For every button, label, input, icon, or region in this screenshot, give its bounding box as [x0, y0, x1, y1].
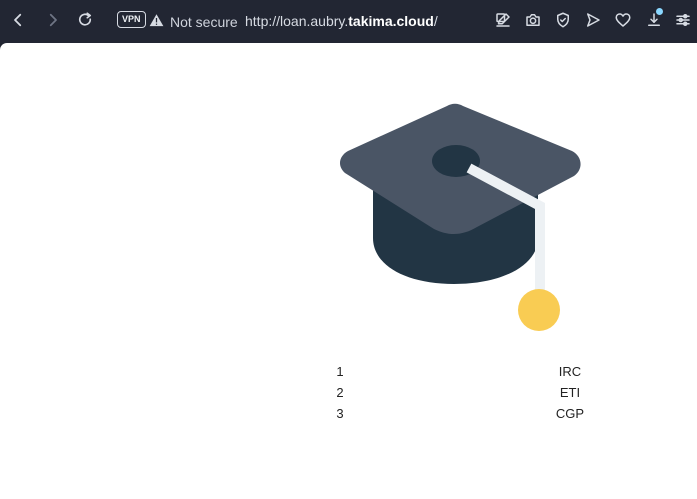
heart-icon[interactable]	[614, 11, 632, 29]
edit-icon[interactable]	[494, 11, 512, 29]
loan-list: 1 IRC 2 ETI 3 CGP	[330, 361, 590, 424]
graduation-cap-icon	[323, 102, 585, 336]
url-suffix: /	[433, 13, 438, 29]
loan-code: ETI	[559, 385, 581, 400]
loan-code: IRC	[558, 364, 582, 379]
loan-row: 2 ETI	[330, 382, 590, 403]
shield-icon[interactable]	[554, 11, 572, 29]
browser-toolbar: VPN Not secure http://loan.aubry.takima.…	[0, 0, 697, 43]
download-icon[interactable]	[645, 11, 663, 29]
reload-button[interactable]	[75, 10, 95, 30]
security-status[interactable]: Not secure	[170, 14, 238, 30]
back-button[interactable]	[8, 10, 28, 30]
loan-code: CGP	[555, 406, 585, 421]
loan-row: 1 IRC	[330, 361, 590, 382]
address-bar[interactable]: http://loan.aubry.takima.cloud/	[245, 13, 438, 29]
url-domain: takima.cloud	[348, 13, 434, 29]
camera-icon[interactable]	[524, 11, 542, 29]
warning-icon	[149, 13, 164, 28]
forward-button[interactable]	[43, 10, 63, 30]
loan-number: 1	[336, 364, 344, 379]
chevron-right-icon	[49, 13, 57, 27]
loan-row: 3 CGP	[330, 403, 590, 424]
vpn-badge[interactable]: VPN	[117, 11, 146, 28]
reload-icon	[78, 12, 92, 26]
loan-number: 3	[336, 406, 344, 421]
loan-number: 2	[336, 385, 344, 400]
page-content: 1 IRC 2 ETI 3 CGP	[0, 43, 697, 499]
chevron-left-icon	[14, 13, 22, 27]
url-prefix: http://loan.aubry.	[245, 13, 349, 29]
send-icon[interactable]	[584, 11, 602, 29]
settings-icon[interactable]	[674, 11, 692, 29]
